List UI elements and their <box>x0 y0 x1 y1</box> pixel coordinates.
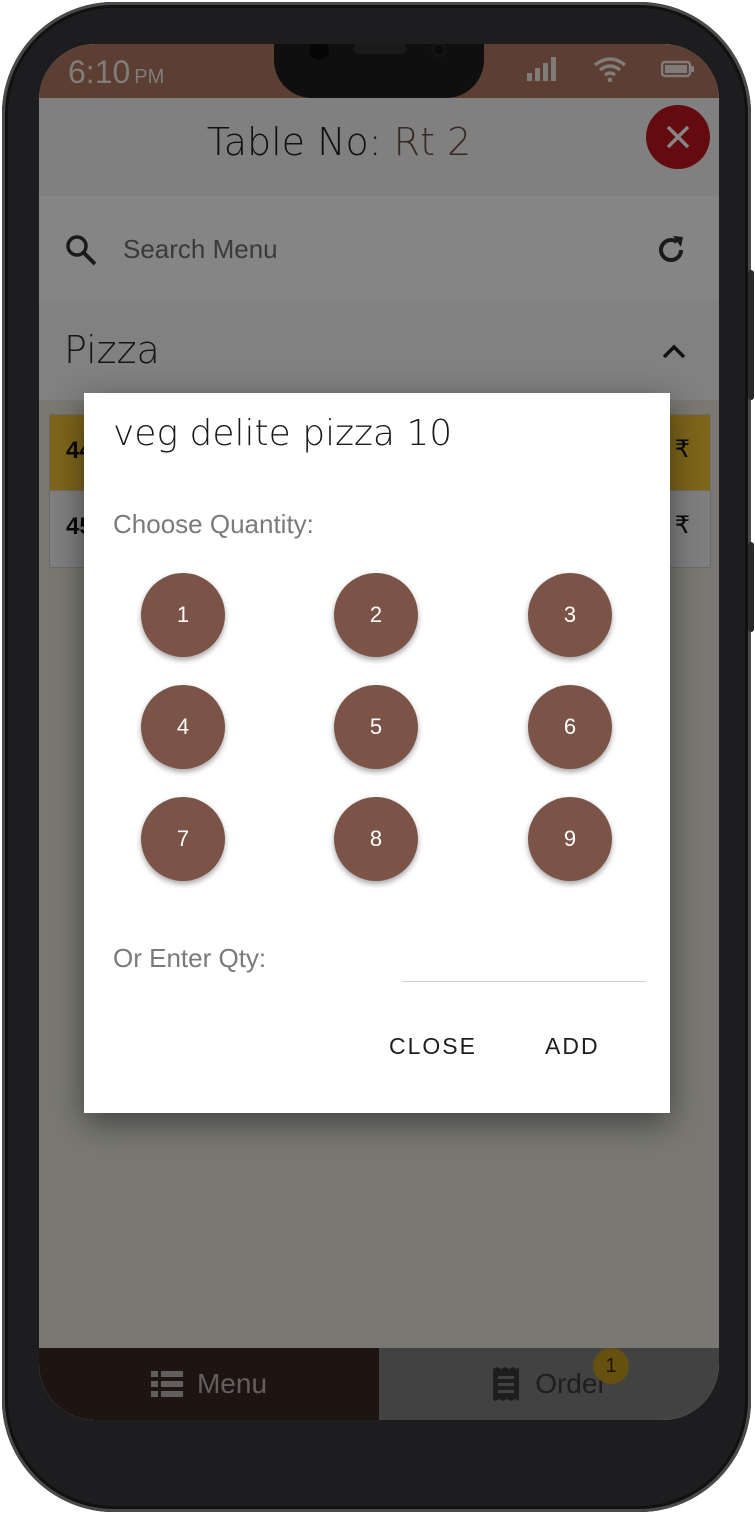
add-button[interactable]: ADD <box>545 1033 600 1060</box>
quantity-button-4[interactable]: 4 <box>141 685 225 769</box>
quantity-button-7[interactable]: 7 <box>141 797 225 881</box>
quantity-button-3[interactable]: 3 <box>528 573 612 657</box>
enter-qty-label: Or Enter Qty: <box>113 943 267 973</box>
qty-input[interactable] <box>402 945 646 982</box>
quantity-button-2[interactable]: 2 <box>334 573 418 657</box>
choose-quantity-label: Choose Quantity: <box>113 509 314 539</box>
quantity-button-6[interactable]: 6 <box>528 685 612 769</box>
quantity-dialog: veg delite pizza 10 Choose Quantity: 1 2… <box>84 393 670 1113</box>
quantity-button-8[interactable]: 8 <box>334 797 418 881</box>
power-button <box>748 542 754 632</box>
dialog-title: veg delite pizza 10 <box>113 413 453 454</box>
close-button[interactable]: CLOSE <box>389 1033 477 1060</box>
quantity-button-5[interactable]: 5 <box>334 685 418 769</box>
quantity-button-1[interactable]: 1 <box>141 573 225 657</box>
quantity-button-9[interactable]: 9 <box>528 797 612 881</box>
volume-button <box>748 270 754 400</box>
